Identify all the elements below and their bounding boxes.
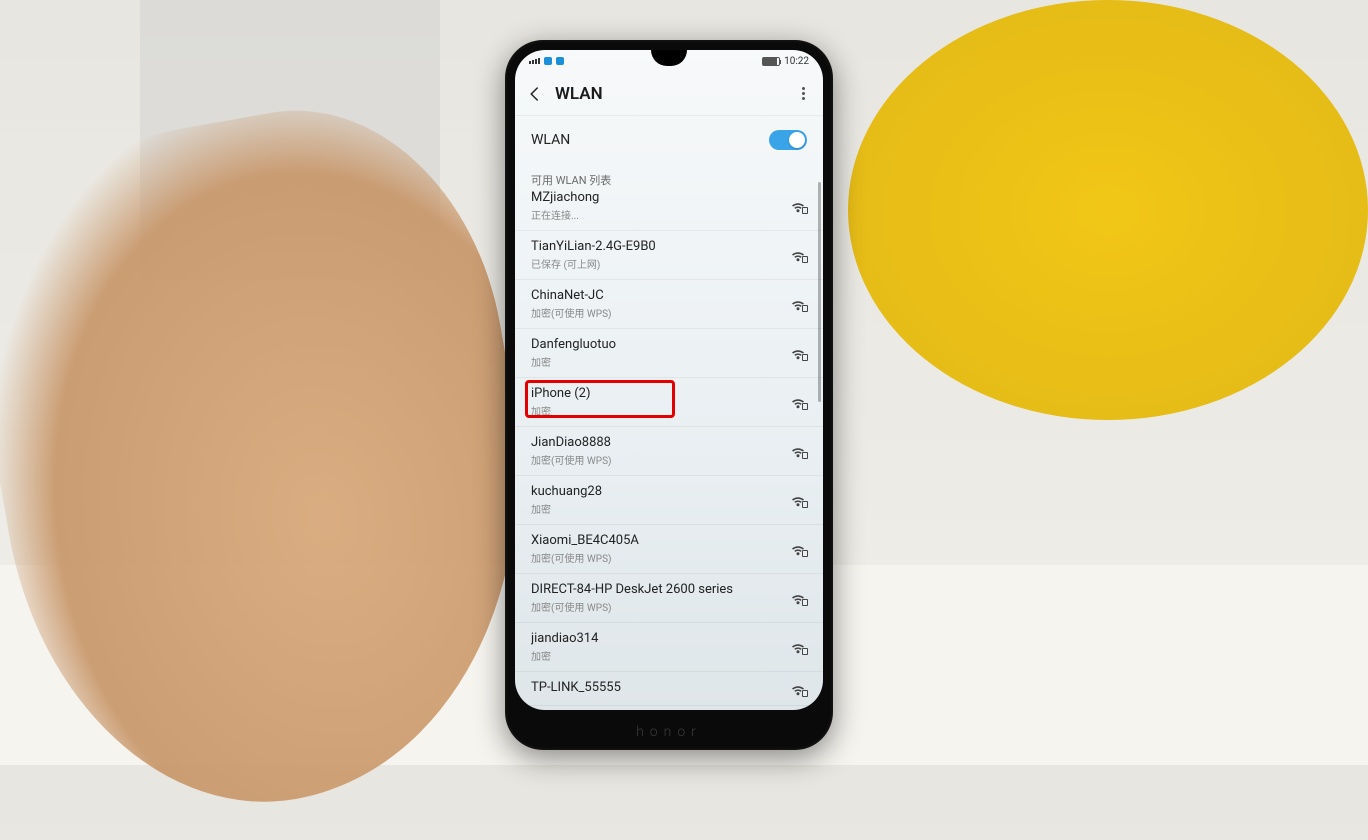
wifi-icon	[789, 493, 807, 507]
network-name: Xiaomi_BE4C405A	[531, 533, 789, 548]
network-text: JianDiao8888 加密(可使用 WPS)	[531, 435, 789, 467]
wifi-icon	[789, 591, 807, 605]
network-item[interactable]: iPhone (2) 加密	[515, 378, 823, 427]
lock-icon	[802, 452, 808, 459]
network-name: ChinaNet-JC	[531, 288, 789, 303]
yellow-vase	[848, 0, 1368, 420]
network-item[interactable]: Xiaomi_BE4C405A 加密(可使用 WPS)	[515, 525, 823, 574]
phone-screen: 10:22 WLAN WLAN 可用 WLAN 列表 MZjiacho	[515, 50, 823, 710]
lock-icon	[802, 403, 808, 410]
network-text: iPhone (2) 加密	[531, 386, 789, 418]
back-button[interactable]	[525, 84, 545, 104]
wlan-toggle[interactable]	[769, 130, 807, 150]
network-item[interactable]: MZjiachong 正在连接...	[515, 182, 823, 231]
network-item[interactable]: jiandiao314 加密	[515, 623, 823, 672]
network-name: jiandiao314	[531, 631, 789, 646]
wifi-icon	[789, 248, 807, 262]
lock-icon	[802, 256, 808, 263]
network-name: Danfengluotuo	[531, 337, 789, 352]
phone-brand-label: honor	[505, 724, 833, 740]
screen-header: WLAN	[515, 72, 823, 116]
wlan-toggle-row: WLAN	[515, 116, 823, 164]
network-subtitle: 加密(可使用 WPS)	[531, 599, 789, 614]
phone-body: 10:22 WLAN WLAN 可用 WLAN 列表 MZjiacho	[505, 40, 833, 750]
network-text: kuchuang28 加密	[531, 484, 789, 516]
scrollbar[interactable]	[818, 182, 821, 402]
network-name: kuchuang28	[531, 484, 789, 499]
network-item[interactable]: JianDiao8888 加密(可使用 WPS)	[515, 427, 823, 476]
wifi-icon	[789, 346, 807, 360]
arrow-left-icon	[526, 85, 544, 103]
network-subtitle: 正在连接...	[531, 207, 789, 222]
lock-icon	[802, 550, 808, 557]
network-item[interactable]: DIRECT-84-HP DeskJet 2600 series 加密(可使用 W…	[515, 574, 823, 623]
sim-icon-2	[556, 57, 564, 65]
network-item[interactable]: kuchuang28 加密	[515, 476, 823, 525]
sim-icon	[544, 57, 552, 65]
network-item[interactable]: TP-LINK_55555	[515, 672, 823, 706]
network-list: MZjiachong 正在连接... TianYiLian-2.4G-E9B0 已保存…	[515, 182, 823, 706]
kebab-dot-icon	[802, 97, 805, 100]
network-name: DIRECT-84-HP DeskJet 2600 series	[531, 582, 789, 597]
network-text: TP-LINK_55555	[531, 680, 789, 697]
wifi-icon	[789, 395, 807, 409]
network-item[interactable]: ChinaNet-JC 加密(可使用 WPS)	[515, 280, 823, 329]
network-subtitle: 加密(可使用 WPS)	[531, 550, 789, 565]
network-subtitle: 加密(可使用 WPS)	[531, 452, 789, 467]
lock-icon	[802, 305, 808, 312]
lock-icon	[802, 354, 808, 361]
network-text: jiandiao314 加密	[531, 631, 789, 663]
kebab-dot-icon	[802, 87, 805, 90]
network-subtitle: 加密(可使用 WPS)	[531, 305, 789, 320]
network-name: MZjiachong	[531, 190, 789, 205]
wifi-icon	[789, 199, 807, 213]
signal-icon	[529, 58, 540, 64]
wifi-icon	[789, 444, 807, 458]
network-text: DIRECT-84-HP DeskJet 2600 series 加密(可使用 W…	[531, 582, 789, 614]
page-title: WLAN	[555, 84, 793, 104]
wifi-icon	[789, 640, 807, 654]
network-text: Xiaomi_BE4C405A 加密(可使用 WPS)	[531, 533, 789, 565]
network-name: TP-LINK_55555	[531, 680, 789, 695]
network-item[interactable]: TianYiLian-2.4G-E9B0 已保存 (可上网)	[515, 231, 823, 280]
network-text: TianYiLian-2.4G-E9B0 已保存 (可上网)	[531, 239, 789, 271]
lock-icon	[802, 648, 808, 655]
status-right: 10:22	[762, 56, 809, 67]
network-name: TianYiLian-2.4G-E9B0	[531, 239, 789, 254]
network-name: iPhone (2)	[531, 386, 789, 401]
wlan-toggle-label: WLAN	[531, 132, 570, 148]
lock-icon	[802, 207, 808, 214]
status-left	[529, 57, 564, 65]
network-text: Danfengluotuo 加密	[531, 337, 789, 369]
network-subtitle: 加密	[531, 403, 789, 418]
network-subtitle: 加密	[531, 501, 789, 516]
wifi-icon	[789, 682, 807, 696]
lock-icon	[802, 501, 808, 508]
lock-icon	[802, 599, 808, 606]
network-item[interactable]: Danfengluotuo 加密	[515, 329, 823, 378]
wifi-icon	[789, 542, 807, 556]
status-time: 10:22	[784, 56, 809, 67]
kebab-dot-icon	[802, 92, 805, 95]
network-subtitle: 加密	[531, 648, 789, 663]
network-name: JianDiao8888	[531, 435, 789, 450]
network-text: ChinaNet-JC 加密(可使用 WPS)	[531, 288, 789, 320]
network-scroll-area[interactable]: MZjiachong 正在连接... TianYiLian-2.4G-E9B0 已保存…	[515, 182, 823, 710]
more-menu-button[interactable]	[793, 84, 813, 104]
network-text: MZjiachong 正在连接...	[531, 190, 789, 222]
lock-icon	[802, 690, 808, 697]
toggle-knob	[789, 132, 805, 148]
wifi-icon	[789, 297, 807, 311]
network-subtitle: 已保存 (可上网)	[531, 256, 789, 271]
battery-icon	[762, 57, 780, 66]
network-subtitle: 加密	[531, 354, 789, 369]
